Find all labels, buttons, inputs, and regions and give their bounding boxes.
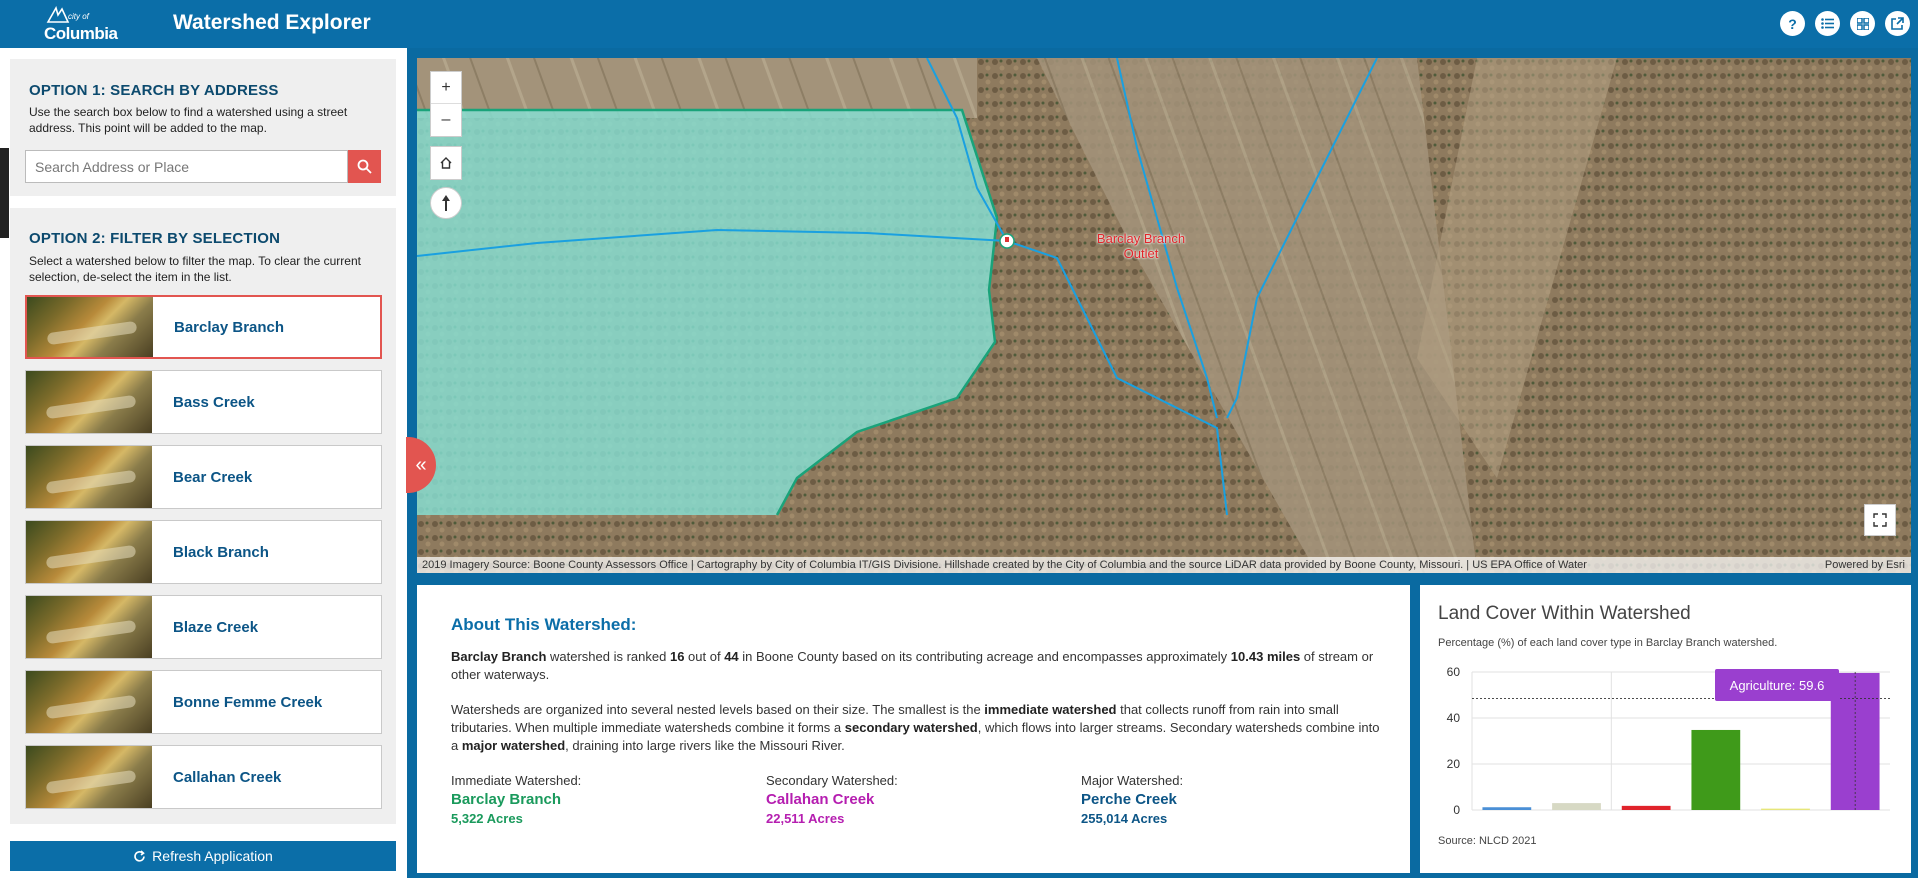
- watershed-item-label: Blaze Creek: [173, 618, 259, 636]
- watershed-item-label: Black Branch: [173, 543, 269, 561]
- land-cover-panel: Land Cover Within Watershed Percentage (…: [1420, 585, 1911, 873]
- powered-by-esri[interactable]: Powered by Esri: [1825, 557, 1905, 573]
- immediate-watershed: Immediate Watershed: Barclay Branch 5,32…: [451, 773, 731, 826]
- city-logo[interactable]: city of Columbia: [40, 6, 118, 43]
- app-header: city of Columbia Watershed Explorer ?: [0, 0, 1918, 48]
- compass-button[interactable]: [430, 187, 462, 219]
- list-icon[interactable]: [1815, 11, 1840, 36]
- level-name: Barclay Branch: [451, 791, 562, 808]
- watershed-item-callahan-creek[interactable]: Callahan Creek: [25, 745, 382, 809]
- watershed-thumbnail: [26, 671, 152, 733]
- search-input[interactable]: Search Address or Place: [25, 150, 348, 183]
- option2-title: OPTION 2: FILTER BY SELECTION: [29, 230, 281, 247]
- y-tick-label: 0: [1453, 803, 1460, 817]
- about-paragraph-1: Barclay Branch watershed is ranked 16 ou…: [451, 649, 1374, 682]
- watershed-thumbnail: [26, 746, 152, 808]
- header-toolbar: ?: [1780, 11, 1910, 36]
- fullscreen-icon: [1873, 513, 1887, 527]
- zoom-in-button[interactable]: +: [431, 72, 461, 104]
- filter-panel: OPTION 2: FILTER BY SELECTION Select a w…: [10, 208, 396, 824]
- aerial-imagery: [417, 58, 1911, 573]
- option2-description: Select a watershed below to filter the m…: [29, 254, 361, 284]
- refresh-icon: [134, 849, 145, 862]
- outlet-label: Barclay Branch Outlet: [1096, 231, 1186, 261]
- chart-source: Source: NLCD 2021: [1438, 835, 1537, 847]
- zoom-control: + –: [430, 71, 462, 137]
- compass-arrow-icon: [442, 195, 450, 211]
- watershed-item-bonne-femme-creek[interactable]: Bonne Femme Creek: [25, 670, 382, 734]
- level-label: Immediate Watershed:: [451, 773, 582, 788]
- app-title: Watershed Explorer: [173, 11, 371, 34]
- columbia-logo-icon: [46, 6, 70, 23]
- search-icon: [357, 159, 372, 174]
- chart-bar[interactable]: [1691, 729, 1741, 810]
- search-button[interactable]: [348, 150, 381, 183]
- search-panel: OPTION 1: SEARCH BY ADDRESS Use the sear…: [10, 59, 396, 196]
- double-chevron-left-icon: «: [415, 453, 427, 476]
- help-icon[interactable]: ?: [1780, 11, 1805, 36]
- logo-big-text: Columbia: [44, 24, 118, 43]
- level-acres: 255,014 Acres: [1081, 811, 1168, 826]
- map-attribution: 2019 Imagery Source: Boone County Assess…: [417, 557, 1911, 573]
- about-paragraph-2: Watersheds are organized into several ne…: [451, 702, 1380, 753]
- option1-title: OPTION 1: SEARCH BY ADDRESS: [29, 82, 279, 99]
- watershed-thumbnail: [26, 371, 152, 433]
- watershed-thumbnail: [26, 596, 152, 658]
- home-icon: [431, 147, 461, 179]
- watershed-thumbnail: [26, 446, 152, 508]
- watershed-item-barclay-branch[interactable]: Barclay Branch: [25, 295, 382, 359]
- level-acres: 22,511 Acres: [766, 811, 845, 826]
- watershed-list: Barclay Branch Bass Creek Bear Creek Bla…: [25, 295, 382, 820]
- watershed-item-label: Bass Creek: [173, 393, 255, 411]
- watershed-thumbnail: [27, 297, 153, 357]
- y-tick-label: 20: [1447, 757, 1461, 771]
- grid-icon[interactable]: [1850, 11, 1875, 36]
- level-name: Perche Creek: [1081, 791, 1177, 808]
- map-view[interactable]: Barclay Branch Outlet + – 2019 Imagery S…: [417, 58, 1911, 573]
- zoom-out-button[interactable]: –: [431, 104, 461, 136]
- secondary-watershed: Secondary Watershed: Callahan Creek 22,5…: [766, 773, 1046, 826]
- watershed-item-black-branch[interactable]: Black Branch: [25, 520, 382, 584]
- search-placeholder: Search Address or Place: [35, 158, 190, 175]
- y-tick-label: 40: [1447, 711, 1461, 725]
- chart-bar[interactable]: [1552, 803, 1601, 810]
- share-icon[interactable]: [1885, 11, 1910, 36]
- refresh-button[interactable]: Refresh Application: [10, 841, 396, 871]
- major-watershed: Major Watershed: Perche Creek 255,014 Ac…: [1081, 773, 1361, 826]
- level-label: Major Watershed:: [1081, 773, 1184, 788]
- chart-subtitle: Percentage (%) of each land cover type i…: [1438, 637, 1778, 649]
- watershed-item-blaze-creek[interactable]: Blaze Creek: [25, 595, 382, 659]
- watershed-item-label: Callahan Creek: [173, 768, 282, 786]
- home-button[interactable]: [430, 146, 462, 180]
- level-acres: 5,322 Acres: [451, 811, 523, 826]
- chart-title: Land Cover Within Watershed: [1438, 603, 1691, 624]
- chart-bar[interactable]: [1621, 805, 1671, 810]
- watershed-item-bear-creek[interactable]: Bear Creek: [25, 445, 382, 509]
- chart-bar[interactable]: [1761, 808, 1810, 810]
- about-panel: About This Watershed: Barclay Branch wat…: [417, 585, 1410, 873]
- watershed-item-bass-creek[interactable]: Bass Creek: [25, 370, 382, 434]
- watershed-thumbnail: [26, 521, 152, 583]
- level-name: Callahan Creek: [766, 791, 875, 808]
- level-label: Secondary Watershed:: [766, 773, 898, 788]
- chart-tooltip: Agriculture: 59.6: [1715, 669, 1839, 701]
- chart-bar[interactable]: [1482, 807, 1532, 810]
- watershed-item-label: Bonne Femme Creek: [173, 693, 323, 711]
- attribution-text: 2019 Imagery Source: Boone County Assess…: [422, 559, 1587, 571]
- watershed-item-label: Barclay Branch: [174, 318, 285, 336]
- fullscreen-button[interactable]: [1864, 504, 1896, 536]
- watershed-item-label: Bear Creek: [173, 468, 253, 486]
- about-title: About This Watershed:: [451, 615, 637, 634]
- left-edge-tab: [0, 148, 9, 238]
- option1-description: Use the search box below to find a water…: [29, 105, 348, 135]
- refresh-label: Refresh Application: [152, 848, 273, 864]
- sidebar: OPTION 1: SEARCH BY ADDRESS Use the sear…: [0, 48, 407, 878]
- y-tick-label: 60: [1447, 665, 1461, 679]
- logo-small-text: city of: [68, 12, 89, 21]
